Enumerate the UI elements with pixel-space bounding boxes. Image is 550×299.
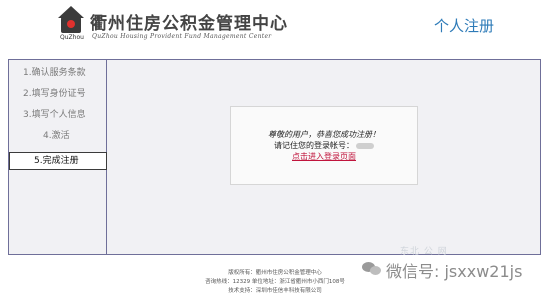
registration-page: QuZhou 衢州住房公积金管理中心 QuZhou Housing Provid… [0, 0, 550, 299]
content-area: 尊敬的用户，恭喜您成功注册！ 请记住您的登录帐号： 点击进入登录页面 [108, 60, 540, 254]
wechat-icon [362, 262, 382, 276]
step-personal-info: 3.填写个人信息 [23, 110, 86, 120]
registration-frame: 1.确认服务条款 2.填写身份证号 3.填写个人信息 4.激活 5.完成注册 尊… [8, 59, 541, 255]
logo-label: QuZhou [60, 34, 84, 41]
site-title: 衢州住房公积金管理中心 [90, 14, 288, 34]
logo-house-icon [61, 17, 81, 33]
step-confirm-terms: 1.确认服务条款 [23, 68, 86, 78]
footer-tech-support: 技术支持：深圳市佳信丰科技有限公司 [228, 288, 322, 294]
login-page-link[interactable]: 点击进入登录页面 [231, 151, 417, 162]
step-complete-registration: 5.完成注册 [9, 152, 107, 170]
wechat-watermark: 微信号: jsxxw21js [386, 262, 523, 281]
faint-watermark: 东北 公 网 [400, 247, 448, 257]
step-activate: 4.激活 [43, 131, 70, 141]
account-reminder: 请记住您的登录帐号： [231, 140, 417, 151]
success-message-box: 尊敬的用户，恭喜您成功注册！ 请记住您的登录帐号： 点击进入登录页面 [230, 106, 418, 185]
step-sidebar: 1.确认服务条款 2.填写身份证号 3.填写个人信息 4.激活 5.完成注册 [9, 60, 107, 254]
redacted-account [356, 142, 374, 149]
site-subtitle: QuZhou Housing Provident Fund Management… [92, 33, 272, 40]
page-heading: 个人注册 [433, 17, 494, 35]
fund-center-logo: QuZhou [56, 6, 86, 42]
account-reminder-text: 请记住您的登录帐号： [274, 141, 354, 150]
header: QuZhou 衢州住房公积金管理中心 QuZhou Housing Provid… [0, 0, 550, 52]
step-id-number: 2.填写身份证号 [23, 89, 86, 99]
congrats-text: 尊敬的用户，恭喜您成功注册！ [268, 130, 380, 139]
